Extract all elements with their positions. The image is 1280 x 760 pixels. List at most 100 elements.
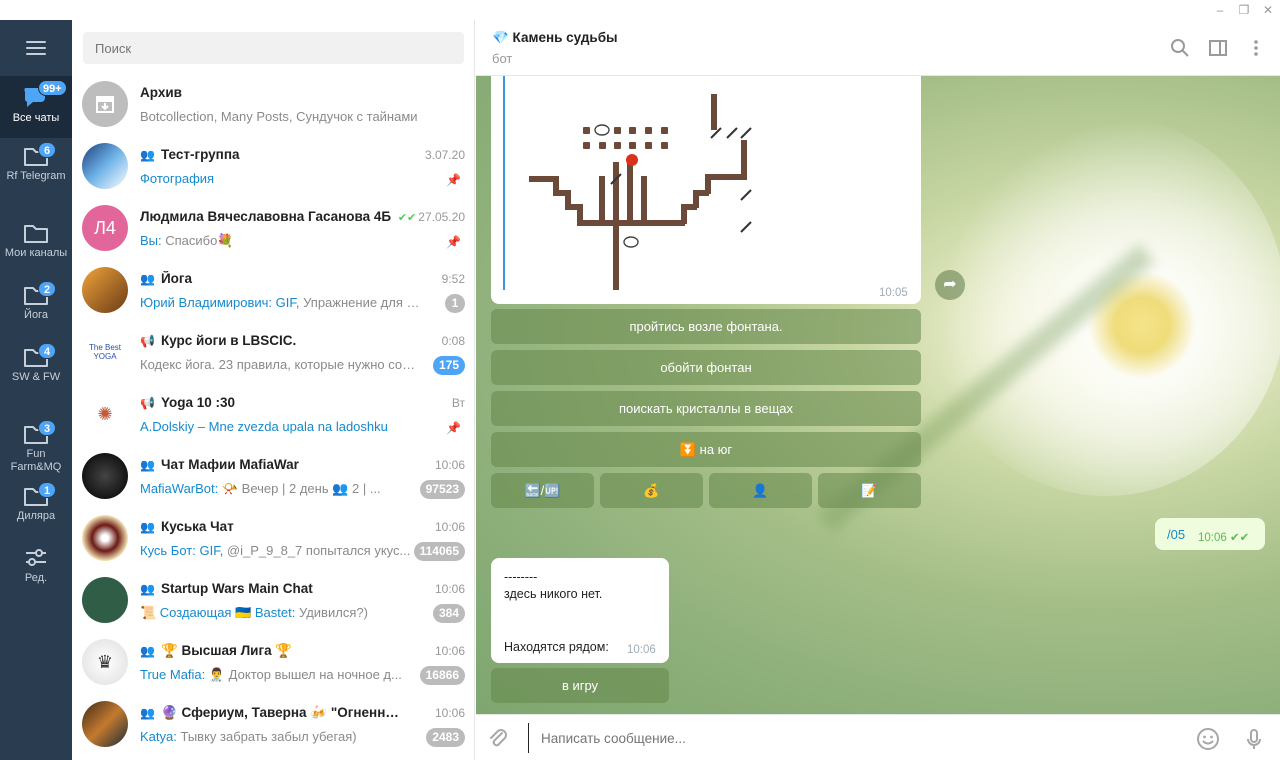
chat-name: 👥 Чат Мафии MafiaWar [140, 457, 299, 472]
unread-badge: 175 [432, 356, 465, 375]
unread-badge: 16866 [419, 666, 465, 685]
chat-time: 10:06 [434, 458, 465, 472]
menu-icon[interactable] [26, 41, 46, 55]
search-input[interactable] [83, 32, 464, 64]
avatar [82, 701, 128, 747]
folder-label: SW & FW [11, 371, 61, 383]
message-line: -------- [504, 570, 538, 584]
wallpaper-flower [926, 116, 1280, 496]
chat-preview: Вы: Спасибо💐 [140, 233, 234, 248]
chat-name: 👥 Startup Wars Main Chat [140, 581, 313, 596]
attach-icon[interactable] [486, 727, 510, 751]
unread-badge: 97523 [419, 480, 465, 499]
folder-7[interactable]: Ред. [0, 540, 72, 602]
folder-label: Мои каналы [4, 247, 68, 259]
message-line: здесь никого нет. [504, 587, 603, 601]
sidebar-toggle-icon[interactable] [1208, 38, 1228, 58]
chat-row[interactable]: 👥🔮 Сфериум, Таверна 🍻 "Огненный д... 10:0… [72, 694, 475, 756]
chat-messages-area: 10:05 ➦ пройтись возле фонтана. обойти фо… [476, 76, 1280, 714]
chat-row[interactable]: 👥 Куська Чат 10:06 Кусь Бот: GIF, @i_P_9_8_… [72, 508, 475, 570]
avatar: ✺ [82, 391, 128, 437]
group-icon: 👥 [140, 706, 155, 720]
bot-keyboard-button[interactable]: поискать кристаллы в вещах [491, 391, 921, 426]
folder-label: Йога [24, 309, 48, 321]
group-icon: 👥 [140, 148, 155, 162]
group-icon: 📢 [140, 396, 155, 410]
forward-icon[interactable]: ➦ [935, 270, 965, 300]
search-icon[interactable] [1170, 38, 1190, 58]
chat-header: 💎 Камень судьбы бот [476, 20, 1280, 76]
folder-label: Диляра [16, 510, 56, 522]
outgoing-message[interactable]: /05 10:06 ✔✔ [1155, 518, 1265, 550]
message-input[interactable] [528, 723, 1168, 753]
chat-time: ✔✔ 27.05.20 [397, 210, 465, 224]
bot-keyboard-small-button[interactable]: 💰 [600, 473, 703, 508]
bot-keyboard-small-button[interactable]: 🔙/🆙 [491, 473, 594, 508]
chat-preview: Katya: Тывку забрать забыл убегая) [140, 729, 357, 744]
folder-label: Fun Farm&MQ [10, 448, 62, 473]
chat-row[interactable]: The Best YOGA 📢 Курс йоги в LBSCIC. 0:08 Код… [72, 322, 475, 384]
unread-badge: 99+ [38, 80, 67, 96]
chat-row[interactable]: 👥 Тест-группа 3.07.20 Фотография 📌 [72, 136, 475, 198]
folder-0[interactable]: Все чаты 99+ [0, 76, 72, 138]
unread-badge: 1 [38, 482, 56, 498]
chat-preview: 📜 Создающая 🇺🇦 Bastet: Удивился?) [140, 605, 368, 620]
chat-preview: Кодекс йога. 23 правила, которые нужно с… [140, 357, 420, 372]
chat-subtitle: бот [492, 51, 513, 66]
bot-keyboard-button[interactable]: обойти фонтан [491, 350, 921, 385]
chat-row[interactable]: Архив Botcollection, Many Posts, Сундучок… [72, 74, 475, 136]
image-message[interactable]: 10:05 [491, 76, 921, 304]
chat-name: 👥🔮 Сфериум, Таверна 🍻 "Огненный д... [140, 705, 400, 720]
chat-row[interactable]: Л4 Людмила Вячеславовна Гасанова 4Б ✔✔ 27.0… [72, 198, 475, 260]
bot-keyboard-small-button[interactable]: 📝 [818, 473, 921, 508]
window-titlebar: – ❐ ✕ [0, 0, 1280, 20]
chat-row[interactable]: 👥 Йога 9:52 Юрий Владимирович: GIF, Упражне… [72, 260, 475, 322]
unread-badge: 2 [38, 281, 56, 297]
avatar [82, 267, 128, 313]
more-options-icon[interactable] [1246, 38, 1266, 58]
unread-badge: 4 [38, 343, 56, 359]
chat-name: 📢 Курс йоги в LBSCIC. [140, 333, 297, 348]
chat-row[interactable]: 👥 Startup Wars Main Chat 10:06 📜 Создающая … [72, 570, 475, 632]
chat-preview: Кусь Бот: GIF, @i_P_9_8_7 попытался укус… [140, 543, 411, 558]
bot-keyboard-small-button[interactable]: 👤 [709, 473, 812, 508]
game-map-image[interactable] [515, 76, 753, 290]
folder-6[interactable]: Диляра 1 [0, 478, 72, 540]
read-checks-icon: ✔✔ [1229, 532, 1250, 544]
archive-icon [96, 96, 114, 113]
edit-sliders-icon [26, 549, 46, 566]
chat-name: 📢 Yoga 10 :30 [140, 395, 235, 410]
chat-time: 10:06 [434, 582, 465, 596]
chat-title[interactable]: 💎 Камень судьбы [492, 30, 618, 46]
emoji-icon[interactable] [1196, 727, 1220, 751]
folder-icon [24, 225, 48, 243]
chat-name: 👥 🏆 Высшая Лига 🏆 [140, 643, 293, 658]
message-time: 10:05 [879, 287, 908, 299]
close-button[interactable]: ✕ [1256, 2, 1280, 18]
bot-keyboard-button[interactable]: ⏬ на юг [491, 432, 921, 467]
chat-row[interactable]: 👥 Чат Мафии MafiaWar 10:06 MafiaWarBot: 📯 В… [72, 446, 475, 508]
bot-keyboard-button[interactable]: пройтись возле фонтана. [491, 309, 921, 344]
read-checks-icon: ✔✔ [397, 212, 417, 224]
pin-icon: 📌 [446, 235, 461, 249]
chat-name: Людмила Вячеславовна Гасанова 4Б [140, 209, 392, 224]
play-game-button[interactable]: в игру [491, 668, 669, 703]
folder-label: Все чаты [12, 112, 60, 124]
microphone-icon[interactable] [1242, 727, 1266, 751]
message-text[interactable]: /05 [1167, 527, 1185, 542]
incoming-message[interactable]: -------- здесь никого нет. Находятся ряд… [491, 558, 669, 663]
folder-1[interactable]: Rf Telegram 6 [0, 138, 72, 214]
folder-3[interactable]: Йога 2 [0, 277, 72, 339]
minimize-button[interactable]: – [1208, 2, 1232, 18]
restore-button[interactable]: ❐ [1232, 2, 1256, 18]
chat-row[interactable]: ♛ 👥 🏆 Высшая Лига 🏆 10:06 True Mafia: 👨‍⚕️ Д… [72, 632, 475, 694]
chat-name: 👥 Йога [140, 271, 193, 286]
chat-row[interactable]: ✺ 📢 Yoga 10 :30 Вт A.Dolskiy – Mne zvezda up… [72, 384, 475, 446]
folder-4[interactable]: SW & FW 4 [0, 339, 72, 401]
chat-time: 10:06 [434, 644, 465, 658]
unread-badge: 3 [38, 420, 56, 436]
message-time: 10:06 [627, 644, 656, 656]
chat-preview: Юрий Владимирович: GIF, Упражнение для р… [140, 295, 420, 310]
avatar: The Best YOGA [82, 329, 128, 375]
pin-icon: 📌 [446, 421, 461, 435]
